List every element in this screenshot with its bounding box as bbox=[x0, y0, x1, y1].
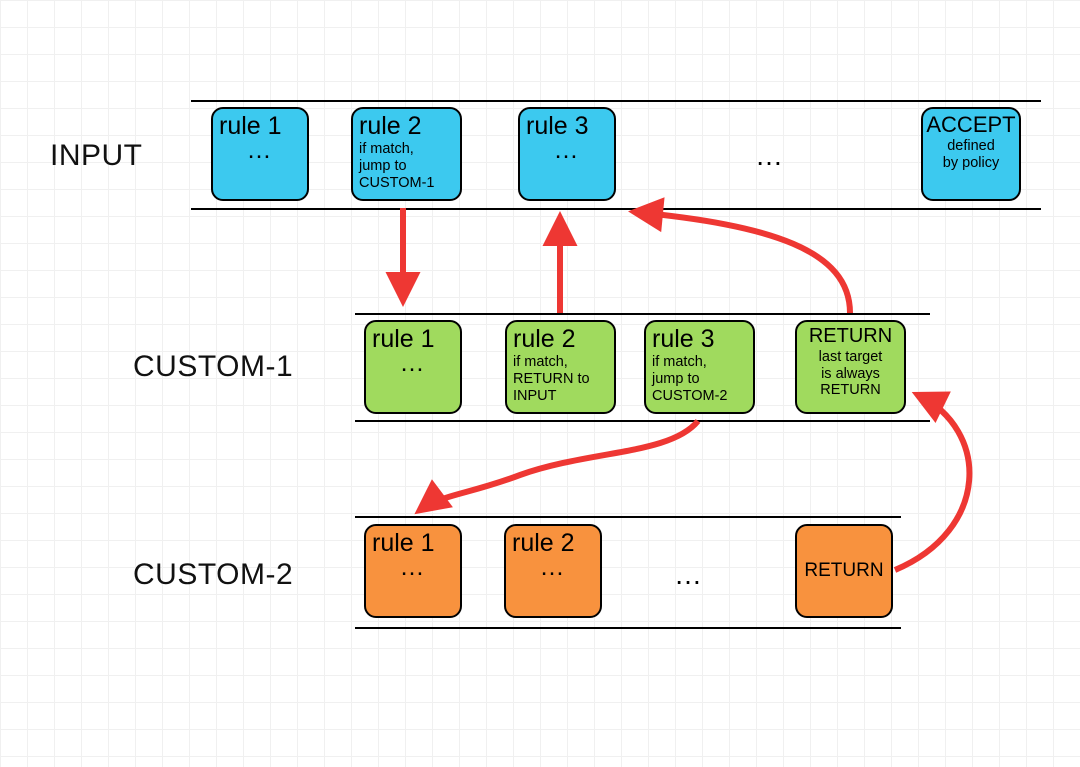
rule-sub: if match,jump toCUSTOM-2 bbox=[652, 354, 727, 404]
rule-title: rule 2 bbox=[359, 113, 422, 139]
ellipsis-icon: … bbox=[219, 137, 301, 163]
return-box-c2: RETURN bbox=[795, 524, 893, 618]
rule-title: rule 2 bbox=[513, 326, 576, 352]
ellipsis-icon: … bbox=[526, 137, 608, 163]
rule-box-c1-2: rule 2 if match,RETURN toINPUT bbox=[505, 320, 616, 414]
ellipsis-icon: … bbox=[512, 554, 594, 580]
rule-title: RETURN bbox=[804, 561, 883, 581]
rule-box-c2-1: rule 1 … bbox=[364, 524, 462, 618]
track-line bbox=[355, 516, 901, 518]
rule-title: RETURN bbox=[809, 326, 892, 347]
rule-title: ACCEPT bbox=[926, 113, 1015, 136]
rule-box-c1-1: rule 1 … bbox=[364, 320, 462, 414]
arrow-c1-end-return bbox=[635, 212, 850, 313]
accept-box: ACCEPT definedby policy bbox=[921, 107, 1021, 201]
track-line bbox=[355, 313, 930, 315]
rule-box-input-3: rule 3 … bbox=[518, 107, 616, 201]
ellipsis-icon: … bbox=[674, 559, 704, 591]
track-line bbox=[191, 100, 1041, 102]
chain-label-custom1: CUSTOM-1 bbox=[133, 350, 293, 384]
rule-box-input-2: rule 2 if match,jump toCUSTOM-1 bbox=[351, 107, 462, 201]
ellipsis-icon: … bbox=[372, 554, 454, 580]
rule-title: rule 3 bbox=[652, 326, 715, 352]
rule-box-c1-3: rule 3 if match,jump toCUSTOM-2 bbox=[644, 320, 755, 414]
rule-sub: last targetis alwaysRETURN bbox=[819, 349, 883, 399]
ellipsis-icon: … bbox=[755, 140, 785, 172]
track-line bbox=[355, 627, 901, 629]
arrow-c1-to-c2 bbox=[420, 421, 698, 510]
rule-box-input-1: rule 1 … bbox=[211, 107, 309, 201]
chain-label-input: INPUT bbox=[50, 139, 143, 173]
rule-sub: if match,jump toCUSTOM-1 bbox=[359, 141, 434, 191]
rule-box-c2-2: rule 2 … bbox=[504, 524, 602, 618]
chain-label-custom2: CUSTOM-2 bbox=[133, 558, 293, 592]
return-box-c1: RETURN last targetis alwaysRETURN bbox=[795, 320, 906, 414]
track-line bbox=[355, 420, 930, 422]
diagram-stage: INPUT CUSTOM-1 CUSTOM-2 rule 1 … rule 2 … bbox=[0, 0, 1080, 767]
rule-sub: if match,RETURN toINPUT bbox=[513, 354, 590, 404]
rule-sub: definedby policy bbox=[943, 138, 999, 171]
track-line bbox=[191, 208, 1041, 210]
ellipsis-icon: … bbox=[372, 350, 454, 376]
